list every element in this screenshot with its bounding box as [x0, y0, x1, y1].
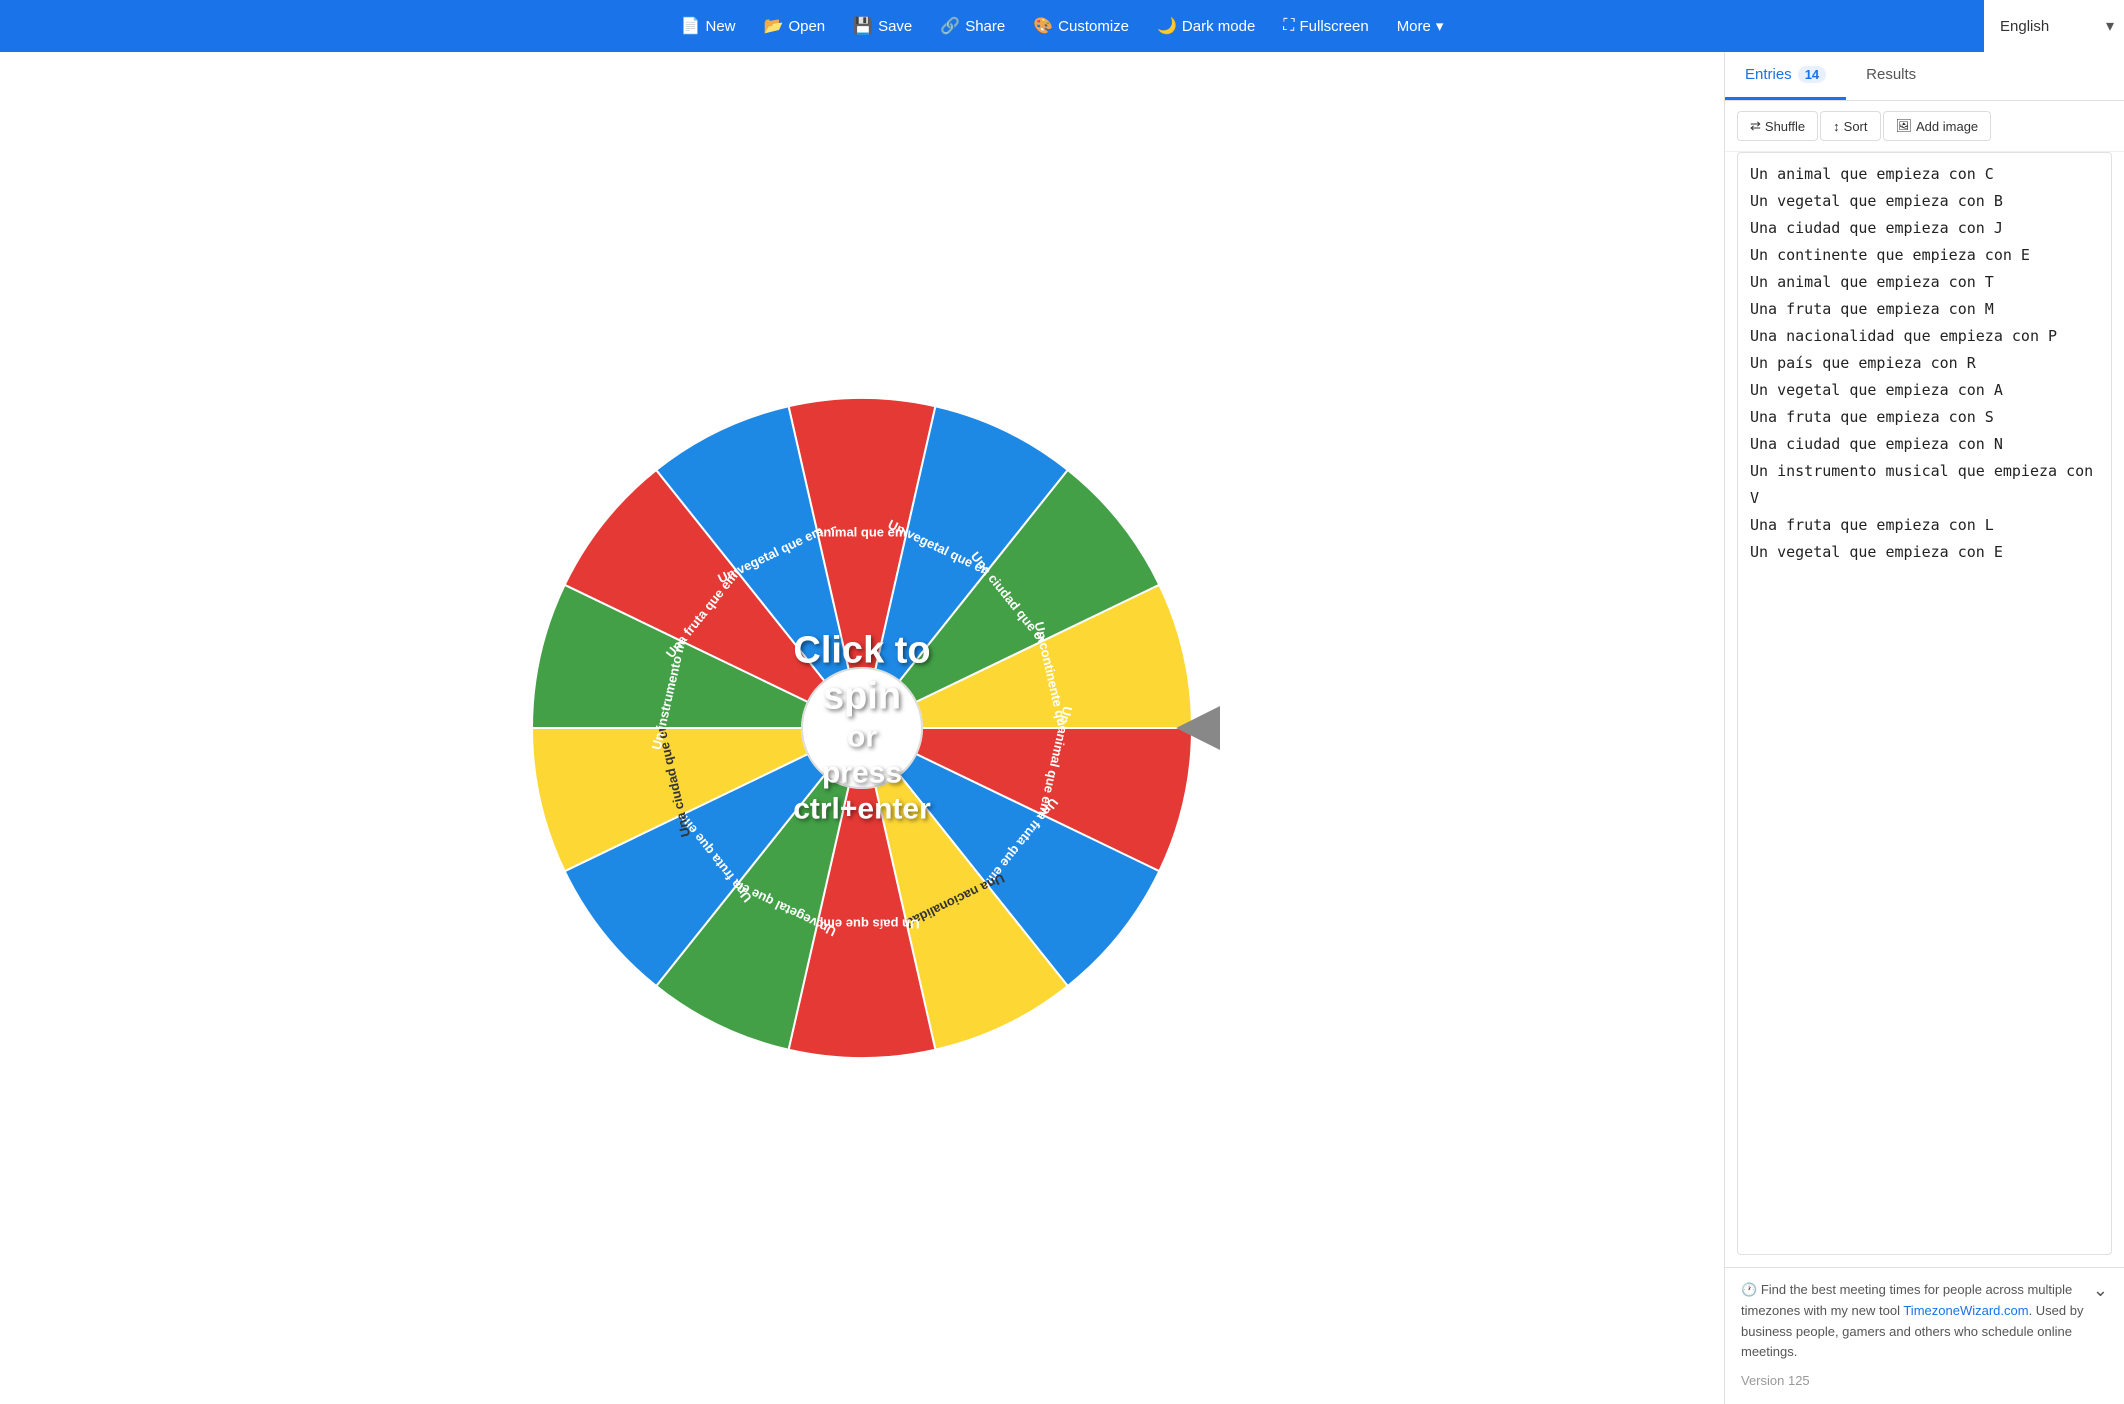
add-image-button[interactable]: 🖼 Add image	[1883, 111, 1992, 141]
header: 📄 New 📂 Open 💾 Save 🔗 Share 🎨 Customize …	[0, 0, 2124, 52]
language-selector-wrapper: English Español Français	[2116, 0, 2124, 52]
dark-mode-button[interactable]: 🌙 Dark mode	[1145, 10, 1267, 42]
save-button[interactable]: 💾 Save	[841, 10, 924, 42]
new-button[interactable]: 📄 New	[669, 10, 748, 42]
fullscreen-icon: ⛶	[1283, 17, 1294, 35]
results-tab[interactable]: Results	[1846, 52, 1936, 100]
main-content: Un animal que emp....Un vegetal que em..…	[0, 52, 2124, 1404]
timezone-link[interactable]: TimezoneWizard.com	[1903, 1303, 2028, 1318]
info-box: 🕐 Find the best meeting times for people…	[1725, 1267, 2124, 1404]
chevron-down-icon: ▾	[1436, 17, 1444, 35]
shuffle-icon: ⇄	[1750, 118, 1761, 134]
shuffle-button[interactable]: ⇄ Shuffle	[1737, 111, 1818, 141]
share-button[interactable]: 🔗 Share	[928, 10, 1017, 42]
customize-icon: 🎨	[1033, 16, 1053, 36]
open-icon: 📂	[764, 16, 784, 36]
fullscreen-button[interactable]: ⛶ Fullscreen	[1271, 11, 1380, 41]
wheel-container[interactable]: Un animal que emp....Un vegetal que em..…	[512, 378, 1212, 1078]
entries-textarea[interactable]	[1737, 152, 2112, 1255]
open-button[interactable]: 📂 Open	[752, 10, 838, 42]
moon-icon: 🌙	[1157, 16, 1177, 36]
tab-bar: Entries 14 Results	[1725, 52, 2124, 101]
language-select[interactable]: English Español Français	[1984, 0, 2124, 52]
info-collapse-button[interactable]: ⌄	[2093, 1280, 2108, 1301]
entries-count-badge: 14	[1798, 66, 1826, 83]
wheel-area[interactable]: Un animal que emp....Un vegetal que em..…	[0, 52, 1724, 1404]
customize-button[interactable]: 🎨 Customize	[1021, 10, 1141, 42]
action-bar: ⇄ Shuffle ↕ Sort 🖼 Add image	[1725, 101, 2124, 152]
image-icon: 🖼	[1896, 118, 1913, 134]
wheel-pointer	[1176, 706, 1220, 750]
save-icon: 💾	[853, 16, 873, 36]
sidebar: Entries 14 Results ⇄ Shuffle ↕ Sort 🖼 Ad…	[1724, 52, 2124, 1404]
info-text: 🕐 Find the best meeting times for people…	[1741, 1280, 2093, 1363]
share-icon: 🔗	[940, 16, 960, 36]
info-header: 🕐 Find the best meeting times for people…	[1741, 1280, 2108, 1363]
sort-button[interactable]: ↕ Sort	[1820, 111, 1880, 141]
new-icon: 📄	[681, 16, 701, 36]
wheel-svg[interactable]: Un animal que emp....Un vegetal que em..…	[512, 378, 1212, 1078]
clock-icon: 🕐	[1741, 1282, 1757, 1297]
more-button[interactable]: More ▾	[1385, 11, 1456, 41]
sort-icon: ↕	[1833, 119, 1840, 134]
entries-tab[interactable]: Entries 14	[1725, 52, 1846, 100]
version-text: Version 125	[1741, 1371, 2108, 1392]
